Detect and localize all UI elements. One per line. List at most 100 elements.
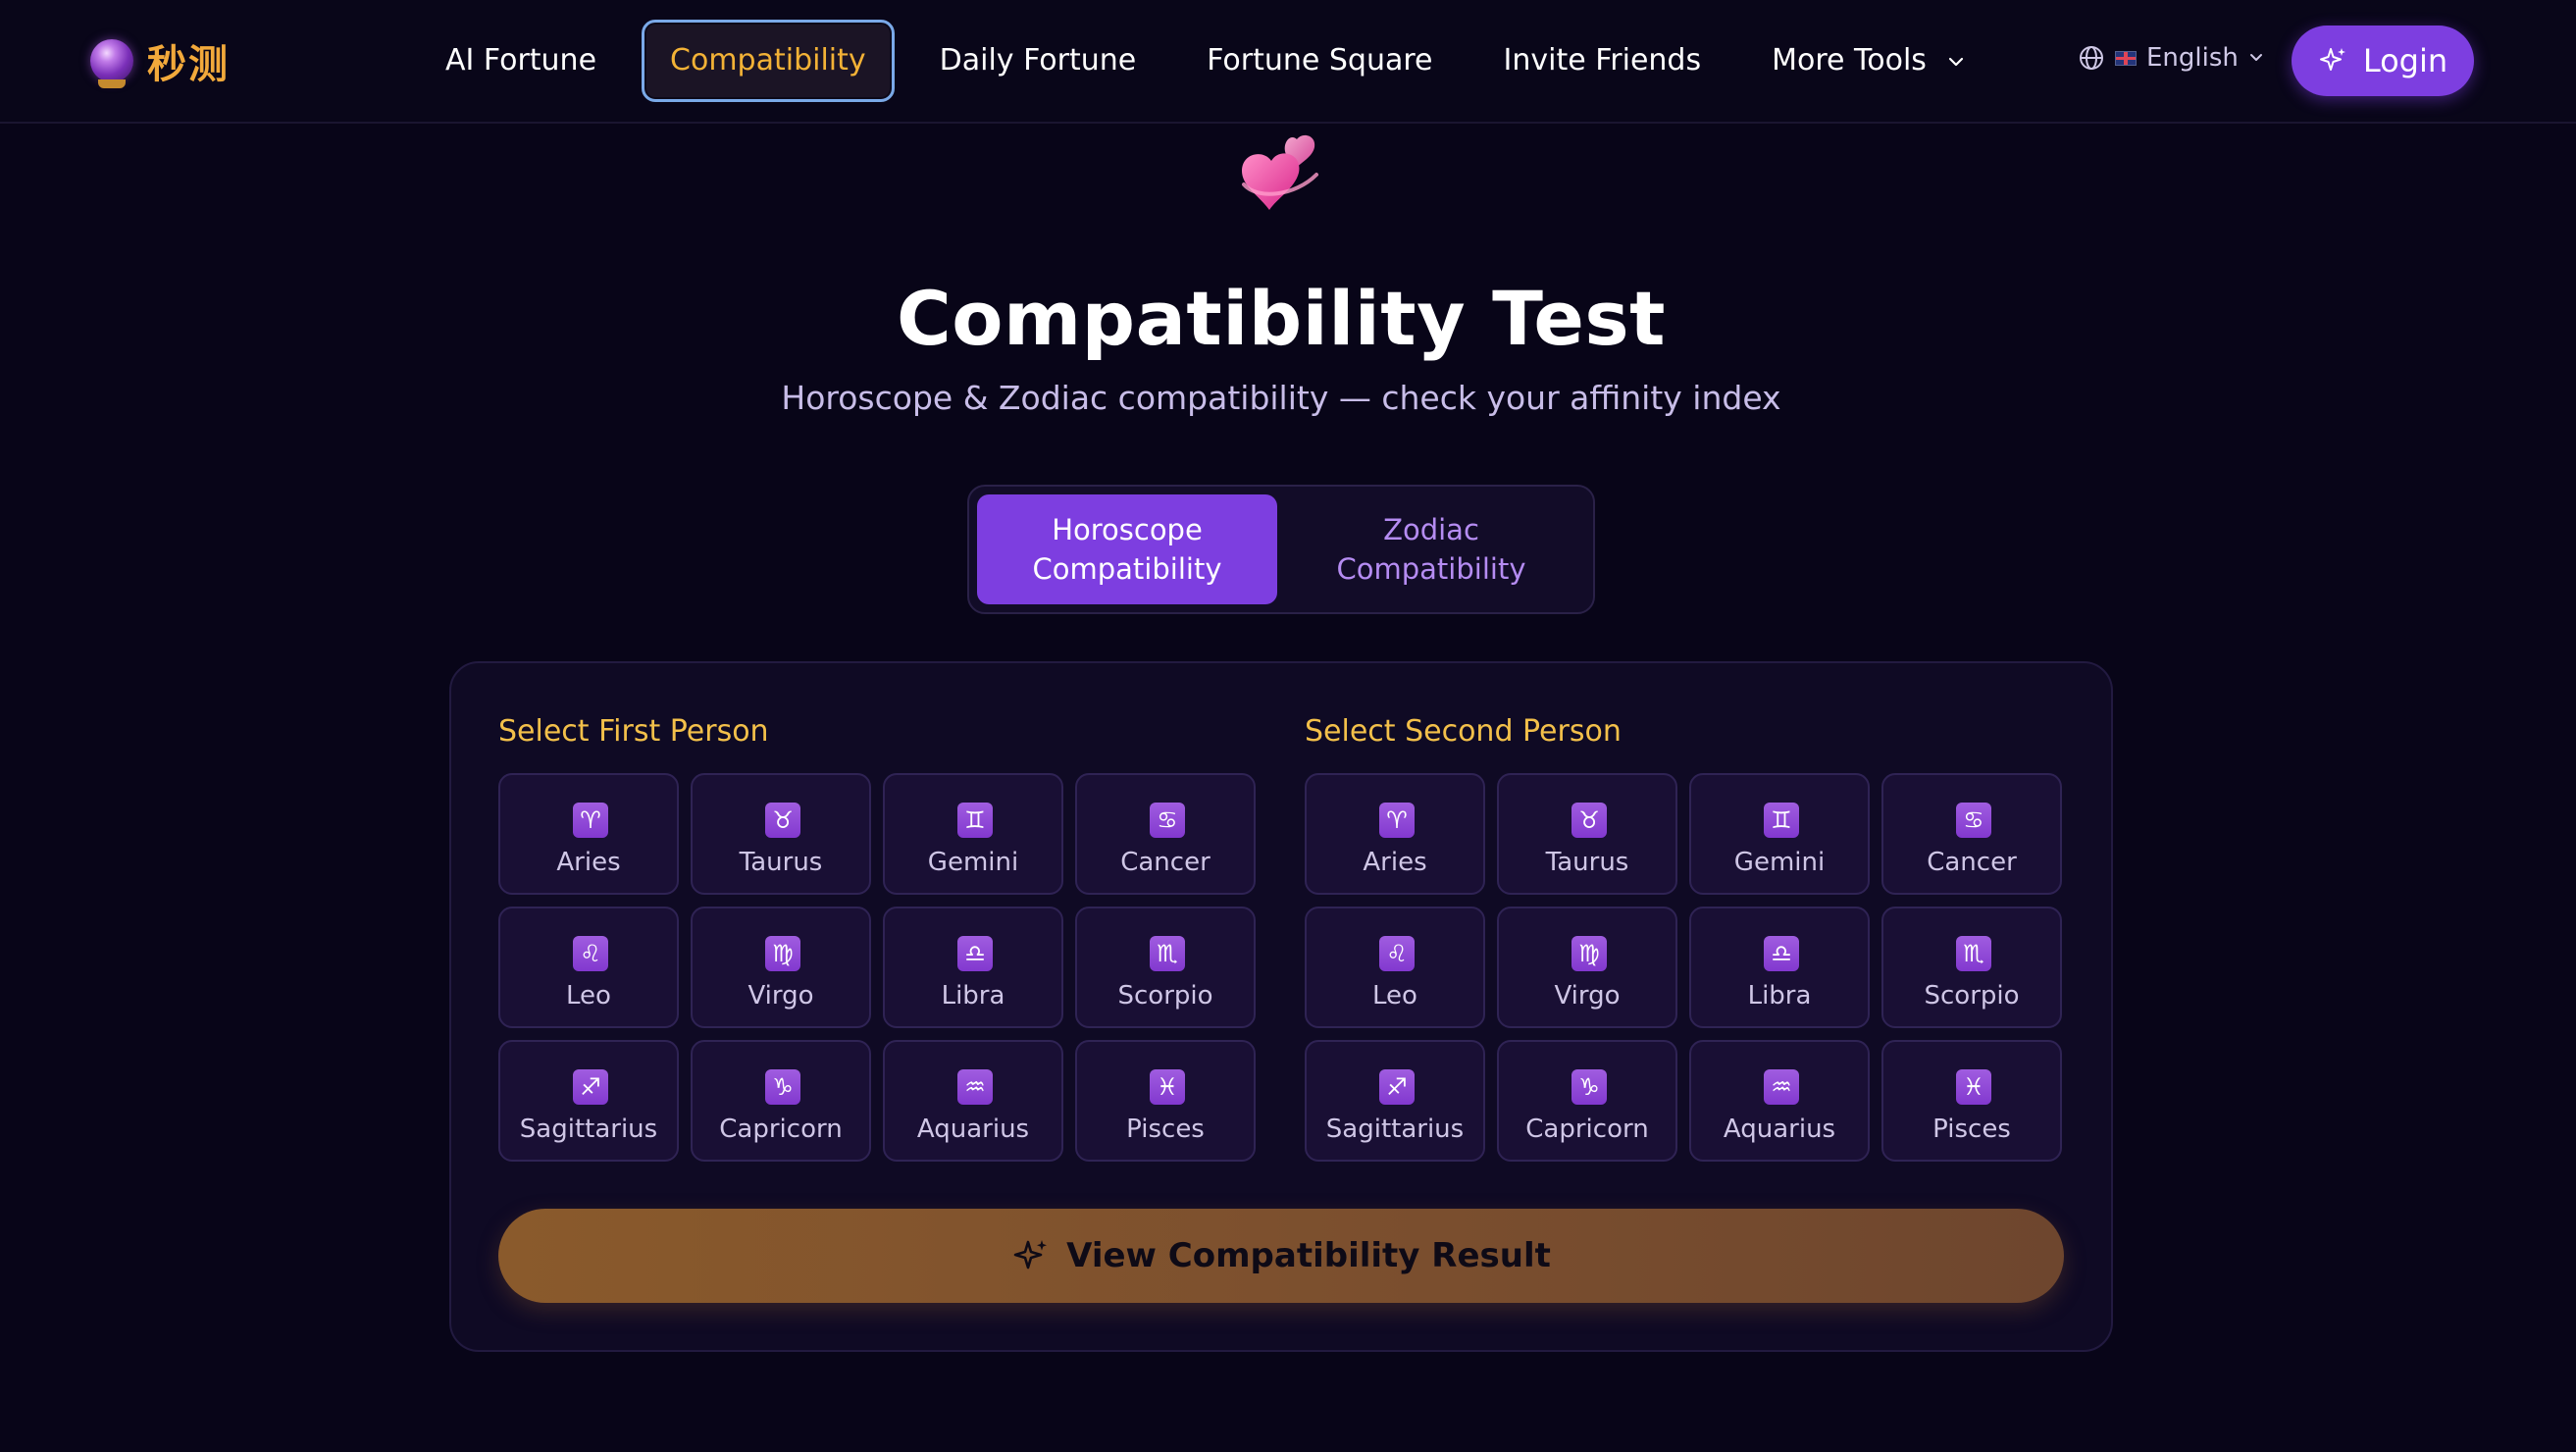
compatibility-mode-tabs: Horoscope Compatibility Zodiac Compatibi… — [967, 485, 1595, 614]
cancer-icon: ♋ — [1956, 803, 1991, 838]
sign-symbol: ♑ — [772, 1073, 794, 1101]
login-button[interactable]: Login — [2292, 26, 2474, 96]
sagittarius-icon: ♐ — [1379, 1069, 1415, 1105]
tab-label-line1: Zodiac — [1383, 513, 1479, 546]
first-person-sign-scorpio[interactable]: ♏ Scorpio — [1075, 907, 1256, 1028]
sign-label: Scorpio — [1924, 981, 2020, 1011]
sign-symbol: ♊ — [964, 806, 986, 834]
sign-symbol: ♏ — [1157, 940, 1178, 967]
first-person-sign-sagittarius[interactable]: ♐ Sagittarius — [498, 1040, 679, 1162]
second-person-sign-pisces[interactable]: ♓ Pisces — [1881, 1040, 2062, 1162]
nav-item-invite-friends[interactable]: Invite Friends — [1478, 20, 1727, 102]
sign-symbol: ♋ — [1963, 806, 1984, 834]
first-person-sign-cancer[interactable]: ♋ Cancer — [1075, 773, 1256, 895]
second-person-sign-virgo[interactable]: ♍ Virgo — [1497, 907, 1677, 1028]
brand-name: 秒测 — [147, 42, 230, 87]
uk-flag-icon — [2115, 50, 2137, 66]
view-result-label: View Compatibility Result — [1066, 1236, 1551, 1275]
tab-zodiac-compatibility[interactable]: Zodiac Compatibility — [1281, 494, 1581, 604]
more-tools-label: More Tools — [1772, 43, 1927, 78]
second-person-sign-capricorn[interactable]: ♑ Capricorn — [1497, 1040, 1677, 1162]
sign-label: Virgo — [747, 981, 814, 1011]
sparkle-icon — [1013, 1240, 1048, 1270]
second-person-sign-leo[interactable]: ♌ Leo — [1305, 907, 1485, 1028]
sign-label: Aquarius — [916, 1115, 1030, 1144]
sign-symbol: ♋ — [1157, 806, 1178, 834]
capricorn-icon: ♑ — [765, 1069, 800, 1105]
sign-symbol: ♍ — [1578, 940, 1600, 967]
sign-symbol: ♉ — [772, 806, 794, 834]
first-person-sign-capricorn[interactable]: ♑ Capricorn — [691, 1040, 871, 1162]
sign-label: Taurus — [1545, 848, 1629, 877]
pisces-icon: ♓ — [1956, 1069, 1991, 1105]
language-label: English — [2146, 43, 2239, 73]
first-person-sign-aquarius[interactable]: ♒ Aquarius — [883, 1040, 1063, 1162]
nav-item-more-tools[interactable]: More Tools — [1746, 20, 1990, 102]
second-person-sign-cancer[interactable]: ♋ Cancer — [1881, 773, 2062, 895]
view-result-button[interactable]: View Compatibility Result — [498, 1209, 2064, 1303]
sagittarius-icon: ♐ — [573, 1069, 608, 1105]
sign-label: Leo — [1372, 981, 1417, 1011]
sign-symbol: ♌ — [1386, 940, 1408, 967]
sign-symbol: ♒ — [964, 1073, 986, 1101]
second-person-sign-libra[interactable]: ♎ Libra — [1689, 907, 1870, 1028]
second-person-sign-taurus[interactable]: ♉ Taurus — [1497, 773, 1677, 895]
first-person-sign-aries[interactable]: ♈ Aries — [498, 773, 679, 895]
virgo-icon: ♍ — [1571, 936, 1607, 971]
sign-symbol: ♏ — [1963, 940, 1984, 967]
sign-label: Leo — [566, 981, 611, 1011]
sign-label: Capricorn — [719, 1115, 843, 1144]
sign-symbol: ♈ — [1386, 806, 1408, 834]
first-person-sign-virgo[interactable]: ♍ Virgo — [691, 907, 871, 1028]
sign-label: Virgo — [1554, 981, 1621, 1011]
main-nav: AI Fortune Compatibility Daily Fortune F… — [420, 20, 2010, 102]
top-navbar: 秒测 AI Fortune Compatibility Daily Fortun… — [0, 0, 2576, 124]
nav-item-fortune-square[interactable]: Fortune Square — [1181, 20, 1458, 102]
sign-label: Sagittarius — [519, 1115, 658, 1144]
sign-symbol: ♓ — [1157, 1073, 1178, 1101]
libra-icon: ♎ — [1764, 936, 1799, 971]
first-person-sign-gemini[interactable]: ♊ Gemini — [883, 773, 1063, 895]
second-person-sign-sagittarius[interactable]: ♐ Sagittarius — [1305, 1040, 1485, 1162]
cancer-icon: ♋ — [1150, 803, 1185, 838]
sign-label: Cancer — [1927, 848, 2017, 877]
sign-label: Pisces — [1932, 1115, 2011, 1144]
nav-item-compatibility[interactable]: Compatibility — [642, 20, 895, 102]
second-person-sign-scorpio[interactable]: ♏ Scorpio — [1881, 907, 2062, 1028]
leo-icon: ♌ — [573, 936, 608, 971]
nav-item-ai-fortune[interactable]: AI Fortune — [420, 20, 622, 102]
language-selector[interactable]: English — [2078, 43, 2264, 73]
second-person-sign-aries[interactable]: ♈ Aries — [1305, 773, 1485, 895]
sign-symbol: ♊ — [1771, 806, 1792, 834]
sparkle-icon — [2319, 48, 2345, 71]
aquarius-icon: ♒ — [957, 1069, 993, 1105]
first-person-sign-leo[interactable]: ♌ Leo — [498, 907, 679, 1028]
sign-symbol: ♐ — [580, 1073, 601, 1101]
aries-icon: ♈ — [1379, 803, 1415, 838]
gemini-icon: ♊ — [957, 803, 993, 838]
sign-label: Libra — [941, 981, 1005, 1011]
login-label: Login — [2362, 42, 2448, 79]
sign-label: Sagittarius — [1325, 1115, 1465, 1144]
first-person-title: Select First Person — [498, 714, 769, 749]
first-person-sign-libra[interactable]: ♎ Libra — [883, 907, 1063, 1028]
tab-label-line2: Compatibility — [1032, 552, 1222, 586]
sign-label: Scorpio — [1117, 981, 1213, 1011]
aries-icon: ♈ — [573, 803, 608, 838]
brand-logo[interactable]: 秒测 — [90, 32, 230, 89]
sign-label: Gemini — [1733, 848, 1826, 877]
sign-label: Aquarius — [1723, 1115, 1836, 1144]
tab-horoscope-compatibility[interactable]: Horoscope Compatibility — [977, 494, 1277, 604]
sign-label: Capricorn — [1525, 1115, 1649, 1144]
first-person-sign-taurus[interactable]: ♉ Taurus — [691, 773, 871, 895]
nav-item-daily-fortune[interactable]: Daily Fortune — [914, 20, 1162, 102]
first-person-sign-pisces[interactable]: ♓ Pisces — [1075, 1040, 1256, 1162]
sign-symbol: ♈ — [580, 806, 601, 834]
libra-icon: ♎ — [957, 936, 993, 971]
sign-symbol: ♍ — [772, 940, 794, 967]
second-person-sign-aquarius[interactable]: ♒ Aquarius — [1689, 1040, 1870, 1162]
second-person-sign-gemini[interactable]: ♊ Gemini — [1689, 773, 1870, 895]
page-title: Compatibility Test — [897, 275, 1666, 362]
sign-label: Libra — [1747, 981, 1812, 1011]
chevron-down-icon — [2249, 54, 2262, 61]
